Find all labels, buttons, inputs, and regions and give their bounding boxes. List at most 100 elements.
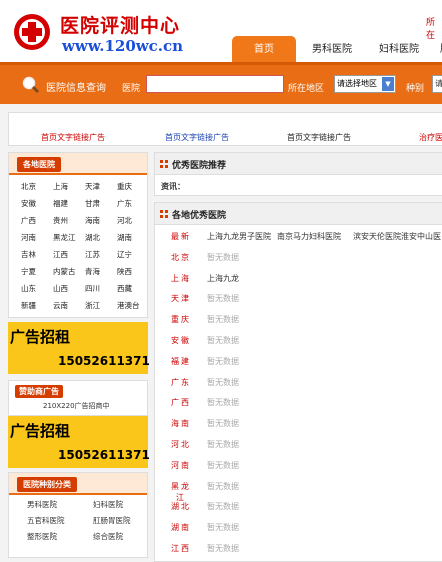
region-row-name[interactable]: 福建 <box>167 356 195 367</box>
region-row: 河南 暂无数据 <box>155 456 442 476</box>
region-row-name[interactable]: 江西 <box>167 543 195 554</box>
region-link[interactable]: 甘肃 <box>85 198 117 209</box>
region-row: 上海 上海九龙 <box>155 269 442 289</box>
region-row-name[interactable]: 北京 <box>167 252 195 263</box>
area-select-value: 请选择地区 <box>337 79 377 88</box>
region-row-hospital: 暂无数据 <box>207 544 239 553</box>
ad-rent-phone-2: 15052611371 <box>58 448 150 462</box>
region-link[interactable]: 内蒙古 <box>53 266 85 277</box>
region-link[interactable]: 广东 <box>117 198 149 209</box>
region-row-name[interactable]: 湖北 <box>167 501 195 512</box>
region-row: 黑龙江 暂无数据 <box>155 477 442 502</box>
grid-bullet-icon <box>160 210 168 218</box>
category-link[interactable]: 整形医院 <box>27 531 93 542</box>
regional-hospitals-panel: 各地优秀医院 最新 上海九龙男子医院 南京马力妇科医院 滨安天伦医院 淮安中山医 北京 暂无… <box>154 202 442 562</box>
region-row-name[interactable]: 重庆 <box>167 314 195 325</box>
ad-link-4[interactable]: 治疗医 <box>419 132 442 143</box>
region-row-name[interactable]: 海南 <box>167 418 195 429</box>
region-row: 福建 暂无数据 <box>155 352 442 372</box>
region-link[interactable]: 重庆 <box>117 181 149 192</box>
region-row-name[interactable]: 天津 <box>167 293 195 304</box>
tab-gynecology[interactable]: 妇科医院 <box>368 36 430 62</box>
region-link[interactable]: 吉林 <box>21 249 53 260</box>
region-row-name[interactable]: 湖南 <box>167 522 195 533</box>
region-link[interactable]: 陕西 <box>117 266 149 277</box>
region-row-name[interactable]: 上海 <box>167 273 195 284</box>
region-link[interactable]: 青海 <box>85 266 117 277</box>
region-link[interactable]: 山西 <box>53 283 85 294</box>
grid-bullet-icon <box>160 160 168 168</box>
region-link[interactable]: 北京 <box>21 181 53 192</box>
region-link[interactable]: 海南 <box>85 215 117 226</box>
region-row-hospital[interactable]: 淮安中山医 <box>401 231 441 242</box>
region-link[interactable]: 宁夏 <box>21 266 53 277</box>
region-link[interactable]: 天津 <box>85 181 117 192</box>
ad-rent-phone-1: 15052611371 <box>58 354 150 368</box>
ad-rent-text-2: 广告招租 <box>10 422 71 440</box>
region-row-hospital[interactable]: 上海九龙 <box>207 273 239 284</box>
region-row-hospital: 暂无数据 <box>207 315 239 325</box>
ad-link-1[interactable]: 首页文字链接广告 <box>41 132 105 143</box>
region-link[interactable]: 港澳台 <box>117 300 149 311</box>
region-link[interactable]: 山东 <box>21 283 53 294</box>
chevron-down-icon: ▼ <box>382 77 394 91</box>
ad-rent-block-1[interactable]: 广告招租 15052611371 <box>8 322 150 374</box>
region-link[interactable]: 新疆 <box>21 300 53 311</box>
region-link[interactable]: 浙江 <box>85 300 117 311</box>
region-link[interactable]: 江苏 <box>85 249 117 260</box>
region-link[interactable]: 四川 <box>85 283 117 294</box>
hospital-search-input[interactable] <box>146 75 284 93</box>
region-row-hospital: 暂无数据 <box>207 252 239 262</box>
region-row-name[interactable]: 河南 <box>167 460 195 471</box>
region-link[interactable]: 湖南 <box>117 232 149 243</box>
region-link[interactable]: 河南 <box>21 232 53 243</box>
region-row-name[interactable]: 最新 <box>167 231 195 242</box>
region-row-name[interactable]: 河北 <box>167 439 195 450</box>
category-link[interactable]: 五官科医院 <box>27 515 93 526</box>
region-link[interactable]: 辽宁 <box>117 249 149 260</box>
sponsor-box: 赞助商广告 210X220广告招商中 <box>8 380 148 416</box>
region-row-hospital[interactable]: 上海九龙男子医院 <box>207 231 271 242</box>
type-select[interactable]: 请 <box>432 75 442 93</box>
ad-rent-block-2[interactable]: 广告招租 15052611371 <box>8 416 150 468</box>
region-link[interactable]: 河北 <box>117 215 149 226</box>
search-icon <box>22 76 40 94</box>
tab-home[interactable]: 首页 <box>232 36 296 62</box>
region-row: 广东 暂无数据 <box>155 373 442 393</box>
ad-link-3[interactable]: 首页文字链接广告 <box>287 132 351 143</box>
tab-anorectal[interactable]: 肛 <box>430 36 442 62</box>
region-link[interactable]: 上海 <box>53 181 85 192</box>
ad-link-2[interactable]: 首页文字链接广告 <box>165 132 229 143</box>
region-link[interactable]: 黑龙江 <box>53 232 85 243</box>
site-url[interactable]: www.120wc.cn <box>62 37 183 55</box>
region-link[interactable]: 福建 <box>53 198 85 209</box>
region-row: 重庆 暂无数据 <box>155 310 442 330</box>
region-row-hospital[interactable]: 滨安天伦医院 <box>353 231 401 242</box>
category-link[interactable]: 妇科医院 <box>93 499 159 510</box>
sponsor-subtitle: 210X220广告招商中 <box>43 402 110 410</box>
category-link[interactable]: 男科医院 <box>27 499 93 510</box>
region-link[interactable]: 西藏 <box>117 283 149 294</box>
region-row: 广西 暂无数据 <box>155 393 442 413</box>
site-header: 医院评测中心 www.120wc.cn 所在 首页 男科医院 妇科医院 肛 <box>0 0 442 62</box>
region-row-name[interactable]: 安徽 <box>167 335 195 346</box>
recommend-title: 优秀医院推荐 <box>172 161 227 171</box>
search-bar: 医院信息查询 医院 所在地区 请选择地区 ▼ 种别 请 <box>0 62 442 104</box>
region-row-name[interactable]: 广东 <box>167 377 195 388</box>
area-select[interactable]: 请选择地区 ▼ <box>334 75 396 93</box>
region-link[interactable]: 云南 <box>53 300 85 311</box>
region-link[interactable]: 安徽 <box>21 198 53 209</box>
region-row-hospital: 暂无数据 <box>207 481 239 491</box>
region-list: 北京 上海 天津 重庆安徽 福建 甘肃 广东广西 贵州 海南 河北河南 黑龙江 湖北 湖南吉林 江西 江苏辽… <box>9 175 147 317</box>
region-link[interactable]: 江西 <box>53 249 85 260</box>
category-link[interactable]: 肛肠胃医院 <box>93 515 159 526</box>
category-link[interactable]: 综合医院 <box>93 531 159 542</box>
region-link[interactable]: 广西 <box>21 215 53 226</box>
region-row: 北京 暂无数据 <box>155 248 442 268</box>
region-link[interactable]: 贵州 <box>53 215 85 226</box>
tab-andrology[interactable]: 男科医院 <box>296 36 368 62</box>
region-row-hospital[interactable]: 南京马力妇科医院 <box>277 231 341 242</box>
region-link[interactable]: 湖北 <box>85 232 117 243</box>
info-label: 资讯： <box>161 182 185 191</box>
region-row-name[interactable]: 广西 <box>167 397 195 408</box>
